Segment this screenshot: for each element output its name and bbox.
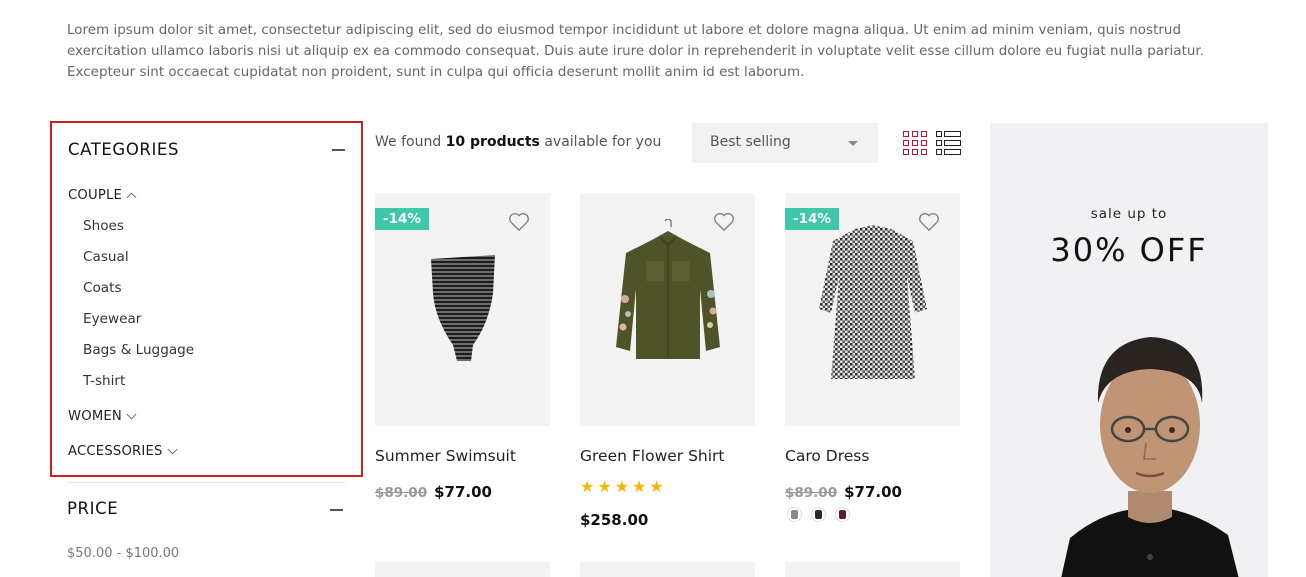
category-women[interactable]: WOMEN [68,409,137,424]
product-card[interactable]: -14% Caro Dress $89.00 $77.00 [785,193,960,522]
chevron-down-icon [167,444,178,455]
product-name[interactable]: Caro Dress [785,447,869,465]
checked-dress-image [819,225,927,379]
green-shirt-image [616,219,720,359]
current-price: $77.00 [434,483,492,501]
category-item-casual[interactable]: Casual [83,249,129,265]
color-swatches [787,507,850,522]
category-women-label: WOMEN [68,409,122,424]
category-item-bags-luggage[interactable]: Bags & Luggage [83,342,194,358]
chevron-down-icon [126,409,137,420]
current-price: $258.00 [580,511,649,529]
old-price: $89.00 [785,485,838,501]
model-photo [1061,337,1239,577]
caret-down-icon [848,141,858,146]
product-name[interactable]: Summer Swimsuit [375,447,516,465]
product-card[interactable]: Green Flower Shirt ★★★★★ $258.00 [580,193,755,529]
intro-paragraph: Lorem ipsum dolor sit amet, consectetur … [67,23,1205,80]
category-item-shoes[interactable]: Shoes [83,218,124,234]
product-card[interactable] [375,562,550,577]
category-item-coats[interactable]: Coats [83,280,122,296]
product-card[interactable] [785,562,960,577]
grid-view-icon[interactable] [903,131,927,155]
product-image[interactable] [580,193,755,426]
current-price: $77.00 [844,483,902,501]
product-card[interactable] [580,562,755,577]
banner-subtitle: sale up to [1090,206,1168,222]
collapse-price-icon[interactable] [330,509,343,511]
category-item-tshirt[interactable]: T-shirt [83,373,125,389]
results-count-number: 10 products [445,134,540,150]
product-price: $89.00 $77.00 [785,483,902,501]
star-rating: ★★★★★ [580,477,667,496]
collapse-categories-icon[interactable] [332,149,345,151]
color-swatch-black[interactable] [811,507,826,522]
sidebar-divider [67,482,345,483]
product-image[interactable]: -14% [785,193,960,426]
heart-icon[interactable] [508,212,530,232]
categories-title: CATEGORIES [68,140,180,159]
category-item-eyewear[interactable]: Eyewear [83,311,141,327]
color-swatch-maroon[interactable] [835,507,850,522]
banner-headline: 30% OFF [1050,231,1208,269]
category-accessories-label: ACCESSORIES [68,444,163,459]
sort-select-value: Best selling [710,134,791,150]
category-couple-label: COUPLE [68,188,123,203]
results-count: We found 10 products available for you [375,134,662,150]
discount-badge: -14% [375,208,429,230]
category-accessories[interactable]: ACCESSORIES [68,444,178,459]
old-price: $89.00 [375,485,428,501]
product-price: $89.00 $77.00 [375,483,492,501]
product-image[interactable]: -14% [375,193,550,426]
price-title: PRICE [67,499,119,518]
price-range: $50.00 - $100.00 [67,546,180,561]
promo-banner[interactable]: sale up to 30% OFF [990,123,1268,577]
color-swatch-grey[interactable] [787,507,802,522]
categories-panel: CATEGORIES COUPLE Shoes Casual Coats Eye… [50,121,363,477]
product-card[interactable]: -14% Summer Swimsuit $89.00 $77.00 [375,193,550,501]
chevron-up-icon [126,192,137,203]
list-view-icon[interactable] [936,131,961,155]
swimsuit-image [431,255,495,361]
product-price: $258.00 [580,511,648,529]
product-name[interactable]: Green Flower Shirt [580,447,725,465]
sort-select[interactable]: Best selling [692,123,878,163]
category-couple[interactable]: COUPLE [68,188,137,203]
